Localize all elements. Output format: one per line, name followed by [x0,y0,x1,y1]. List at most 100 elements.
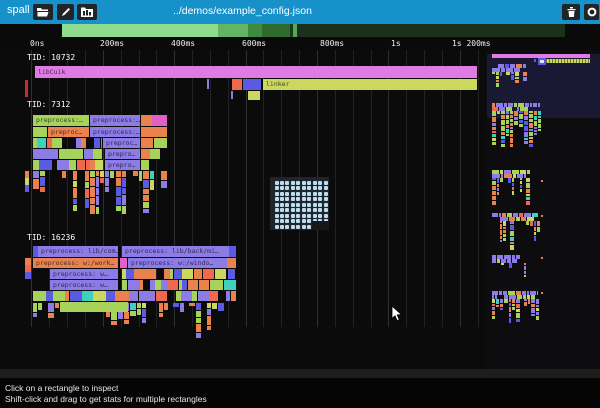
flame-rect[interactable] [77,160,85,170]
minimap-flame-rect[interactable] [523,72,526,76]
flame-rect[interactable] [90,205,95,214]
flame-rect[interactable] [156,291,167,301]
flame-rect[interactable] [285,214,289,218]
flame-rect[interactable] [231,91,233,99]
minimap-flame-rect[interactable] [492,196,496,200]
flame-rect[interactable] [154,138,167,148]
flame-rect[interactable] [280,192,284,196]
minimap-flame-rect[interactable] [524,141,528,144]
minimap-flame-rect[interactable] [492,111,496,116]
flame-rect[interactable] [291,214,295,218]
flame-rect[interactable] [48,160,52,170]
flame-rect[interactable] [302,214,306,218]
flame-rect[interactable] [302,203,306,207]
activity-overview-strip[interactable] [0,24,600,37]
minimap-flame-rect[interactable] [529,144,533,147]
flame-rect[interactable] [96,196,99,205]
flame-rect[interactable] [106,291,115,301]
minimap-flame-rect[interactable] [524,266,526,270]
flame-rect[interactable] [218,303,223,311]
flame-rect[interactable] [141,127,167,137]
flame-rect[interactable] [90,178,95,186]
minimap-flame-rect[interactable] [509,307,511,312]
flame-rect[interactable] [100,171,104,177]
minimap-flame-rect[interactable] [506,134,510,136]
minimap-flame-rect[interactable] [530,221,533,226]
minimap-flame-rect[interactable] [509,299,511,302]
minimap-flame-rect[interactable] [530,103,532,107]
minimap-flame-rect[interactable] [512,299,515,303]
flame-rect[interactable] [82,291,93,301]
flame-rect[interactable] [203,269,214,279]
flame-rect[interactable] [161,171,167,180]
minimap-flame-rect[interactable] [509,313,511,317]
minimap-flame-rect[interactable] [516,217,520,221]
flame-rect[interactable] [275,214,279,218]
flame-rect[interactable] [72,149,82,159]
minimap-flame-rect[interactable] [510,231,513,235]
flame-rect[interactable] [37,138,46,148]
flame-rect[interactable] [111,321,117,325]
minimap-flame-rect[interactable] [516,299,520,303]
minimap-flame-rect[interactable] [506,115,510,119]
flame-rect[interactable] [93,149,102,159]
minimap-flame-rect[interactable] [501,144,505,147]
flame-rect[interactable] [33,127,47,137]
flame-rect[interactable] [280,225,284,229]
flame-rect[interactable] [38,303,41,310]
minimap-flame-rect[interactable] [492,299,495,303]
minimap-flame-rect[interactable] [520,189,522,191]
minimap-flame-rect[interactable] [508,178,510,183]
flame-rect[interactable] [90,171,95,177]
flame-rect[interactable] [96,171,99,176]
flame-rect[interactable] [324,181,328,185]
edit-button[interactable] [57,4,74,20]
minimap-flame-rect[interactable] [496,83,499,87]
minimap-flame-rect[interactable] [534,221,536,226]
minimap-flame-rect[interactable] [512,259,517,263]
flame-rect[interactable] [164,303,168,310]
flame-rect[interactable] [324,197,328,201]
flame-rect[interactable] [285,225,289,229]
minimap-flame-rect[interactable] [524,121,528,126]
flame-rect[interactable] [150,171,154,179]
flame-rect[interactable] [40,177,45,186]
minimap-flame-rect[interactable] [520,185,522,189]
minimap-flame-rect[interactable] [500,308,503,311]
flame-rect[interactable] [302,186,306,190]
flame-rect[interactable] [291,225,295,229]
minimap-flame-rect[interactable] [520,178,522,180]
flame-rect[interactable] [313,208,317,212]
flame-rect[interactable] [296,219,300,223]
flame-rect[interactable] [85,182,90,188]
flame-rect[interactable] [57,160,69,170]
flame-rect[interactable] [313,192,317,196]
flame-rect[interactable] [105,187,109,192]
flame-rect[interactable] [155,280,162,290]
minimap-flame-rect[interactable] [537,221,540,226]
flame-rect[interactable] [324,214,328,218]
minimap-flame-rect[interactable] [503,230,506,233]
flame-rect[interactable] [73,171,77,180]
flame-rect[interactable] [318,208,322,212]
flame-rect[interactable] [116,178,122,186]
minimap-flame-rect[interactable] [500,221,502,223]
flame-rect[interactable] [39,160,48,170]
flame-rect[interactable] [296,214,300,218]
overview-segment[interactable] [62,24,218,37]
minimap-flame-rect[interactable] [534,111,538,115]
settings-button[interactable] [584,4,599,20]
overview-segment[interactable] [248,24,262,37]
flame-rect[interactable] [275,186,279,190]
minimap-flame-rect[interactable] [531,304,534,307]
flame-rect[interactable] [100,178,104,183]
flame-rect[interactable] [224,280,236,290]
flame-rect-preprocess-w[interactable]: preprocess: w… [50,280,118,290]
flame-rect[interactable] [207,326,212,330]
flame-rect[interactable] [40,187,45,193]
flame-rect[interactable] [124,320,129,324]
minimap-flame-rect[interactable] [527,170,530,174]
flame-rect[interactable] [25,178,29,185]
flame-rect[interactable] [161,181,167,188]
flame-rect[interactable] [302,208,306,212]
